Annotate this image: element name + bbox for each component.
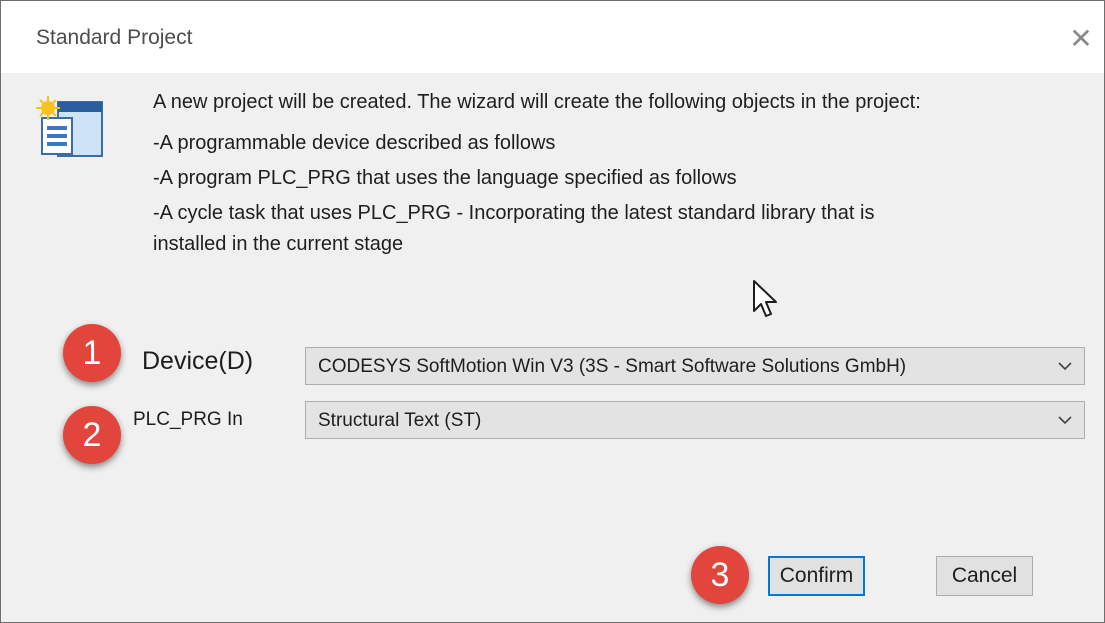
cancel-button[interactable]: Cancel — [936, 556, 1033, 596]
step-badge-3: 3 — [691, 546, 749, 604]
title-bar[interactable]: Standard Project ✕ — [1, 1, 1104, 73]
language-dropdown[interactable]: Structural Text (ST) — [305, 401, 1085, 439]
language-value: Structural Text (ST) — [318, 410, 482, 431]
plc-prg-label: PLC_PRG In — [133, 409, 243, 430]
device-dropdown[interactable]: CODESYS SoftMotion Win V3 (3S - Smart So… — [305, 347, 1085, 385]
chevron-down-icon — [1058, 362, 1072, 371]
dialog-title: Standard Project — [36, 26, 193, 49]
description-line: -A cycle task that uses PLC_PRG - Incorp… — [153, 202, 875, 224]
standard-project-dialog: Standard Project ✕ A new project will be… — [0, 0, 1105, 623]
description-line: installed in the current stage — [153, 233, 404, 255]
step-badge-1: 1 — [63, 324, 121, 382]
device-label: Device(D) — [142, 347, 254, 375]
new-project-icon — [36, 96, 103, 157]
device-value: CODESYS SoftMotion Win V3 (3S - Smart So… — [318, 356, 907, 377]
description-intro: A new project will be created. The wizar… — [153, 91, 921, 113]
description-line: -A programmable device described as foll… — [153, 132, 556, 154]
chevron-down-icon — [1058, 416, 1072, 425]
mouse-pointer-icon — [753, 280, 777, 317]
description-line: -A program PLC_PRG that uses the languag… — [153, 167, 737, 189]
close-icon[interactable]: ✕ — [1061, 19, 1101, 59]
step-badge-2: 2 — [63, 406, 121, 464]
confirm-button[interactable]: Confirm — [768, 556, 865, 596]
